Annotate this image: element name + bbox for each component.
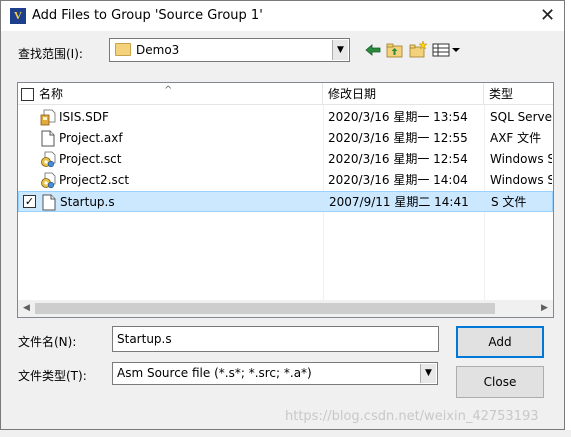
add-button[interactable]: Add (456, 326, 544, 358)
window-title: Add Files to Group 'Source Group 1' (32, 8, 263, 23)
file-type-cell: Windows S (490, 152, 552, 166)
view-menu-icon[interactable] (432, 40, 462, 60)
file-name-cell: Project2.sct (59, 173, 130, 187)
column-header-name[interactable]: 名称 ^ (18, 83, 323, 105)
file-name-cell: Startup.s (60, 195, 115, 209)
folder-icon (115, 43, 131, 56)
back-arrow-icon[interactable] (363, 40, 383, 60)
file-date-cell: 2020/3/16 星期一 14:04 (328, 173, 468, 187)
sdf-file-icon (40, 109, 56, 126)
select-all-checkbox[interactable] (21, 88, 34, 101)
file-name-cell: ISIS.SDF (59, 110, 109, 124)
scroll-thumb[interactable] (35, 303, 495, 314)
sort-up-icon: ^ (164, 85, 173, 96)
file-name-cell: Project.axf (59, 131, 123, 145)
file-name-cell: Project.sct (59, 152, 122, 166)
horizontal-scrollbar[interactable]: ◀ ▶ (18, 300, 553, 317)
taskbar-strip (0, 430, 571, 437)
generic-file-icon (40, 130, 56, 147)
scroll-right-icon[interactable]: ▶ (536, 300, 553, 317)
file-type-cell: AXF 文件 (490, 131, 542, 145)
file-list[interactable]: 名称 ^ 修改日期 类型 ISIS.SDF 2020/3/16 星期一 13:54… (17, 82, 554, 318)
file-name-input[interactable] (112, 326, 439, 352)
close-button[interactable]: Close (456, 366, 544, 398)
file-type-cell: S 文件 (491, 195, 527, 209)
file-row[interactable]: ✓ Startup.s 2007/9/11 星期二 14:41 S 文件 (18, 191, 553, 212)
generic-file-icon (41, 194, 57, 211)
column-header-type[interactable]: 类型 (484, 83, 553, 105)
row-checkbox[interactable]: ✓ (23, 195, 36, 208)
file-name-label: 文件名(N): (18, 335, 77, 349)
file-type-label: 文件类型(T): (18, 369, 87, 383)
up-folder-icon[interactable] (385, 40, 405, 60)
file-type-dropdown[interactable]: Asm Source file (*.s*; *.src; *.a*) ▼ (112, 362, 438, 385)
file-date-cell: 2020/3/16 星期一 12:54 (328, 152, 468, 166)
look-in-dropdown[interactable]: Demo3 ▼ (109, 38, 350, 62)
file-type-cell: SQL Server (490, 110, 552, 124)
script-gear-icon (40, 151, 56, 168)
keil-app-icon: V (10, 8, 26, 24)
chevron-down-icon[interactable]: ▼ (332, 40, 348, 60)
file-date-cell: 2020/3/16 星期一 12:55 (328, 131, 468, 145)
add-files-dialog: V Add Files to Group 'Source Group 1' ✕ … (0, 0, 565, 430)
close-window-icon[interactable]: ✕ (531, 3, 564, 29)
script-gear-icon (40, 172, 56, 189)
column-header-date[interactable]: 修改日期 (323, 83, 484, 105)
file-date-cell: 2007/9/11 星期二 14:41 (329, 195, 469, 209)
file-row[interactable]: Project.axf 2020/3/16 星期一 12:55 AXF 文件 (18, 128, 553, 149)
column-name-label: 名称 (39, 87, 64, 101)
new-folder-icon[interactable] (408, 40, 428, 60)
file-date-cell: 2020/3/16 星期一 13:54 (328, 110, 468, 124)
title-bar[interactable]: V Add Files to Group 'Source Group 1' ✕ (1, 1, 564, 31)
file-row[interactable]: ISIS.SDF 2020/3/16 星期一 13:54 SQL Server (18, 107, 553, 128)
scroll-left-icon[interactable]: ◀ (18, 300, 35, 317)
look-in-value: Demo3 (136, 43, 180, 57)
list-header: 名称 ^ 修改日期 类型 (18, 83, 553, 105)
watermark-text: https://blog.csdn.net/weixin_42753193 (285, 409, 539, 424)
file-row[interactable]: Project.sct 2020/3/16 星期一 12:54 Windows S (18, 149, 553, 170)
file-type-cell: Windows S (490, 173, 552, 187)
chevron-down-icon[interactable]: ▼ (420, 364, 436, 383)
file-row[interactable]: Project2.sct 2020/3/16 星期一 14:04 Windows S (18, 170, 553, 191)
file-type-value: Asm Source file (*.s*; *.src; *.a*) (117, 366, 312, 380)
look-in-label: 查找范围(I): (18, 47, 83, 61)
